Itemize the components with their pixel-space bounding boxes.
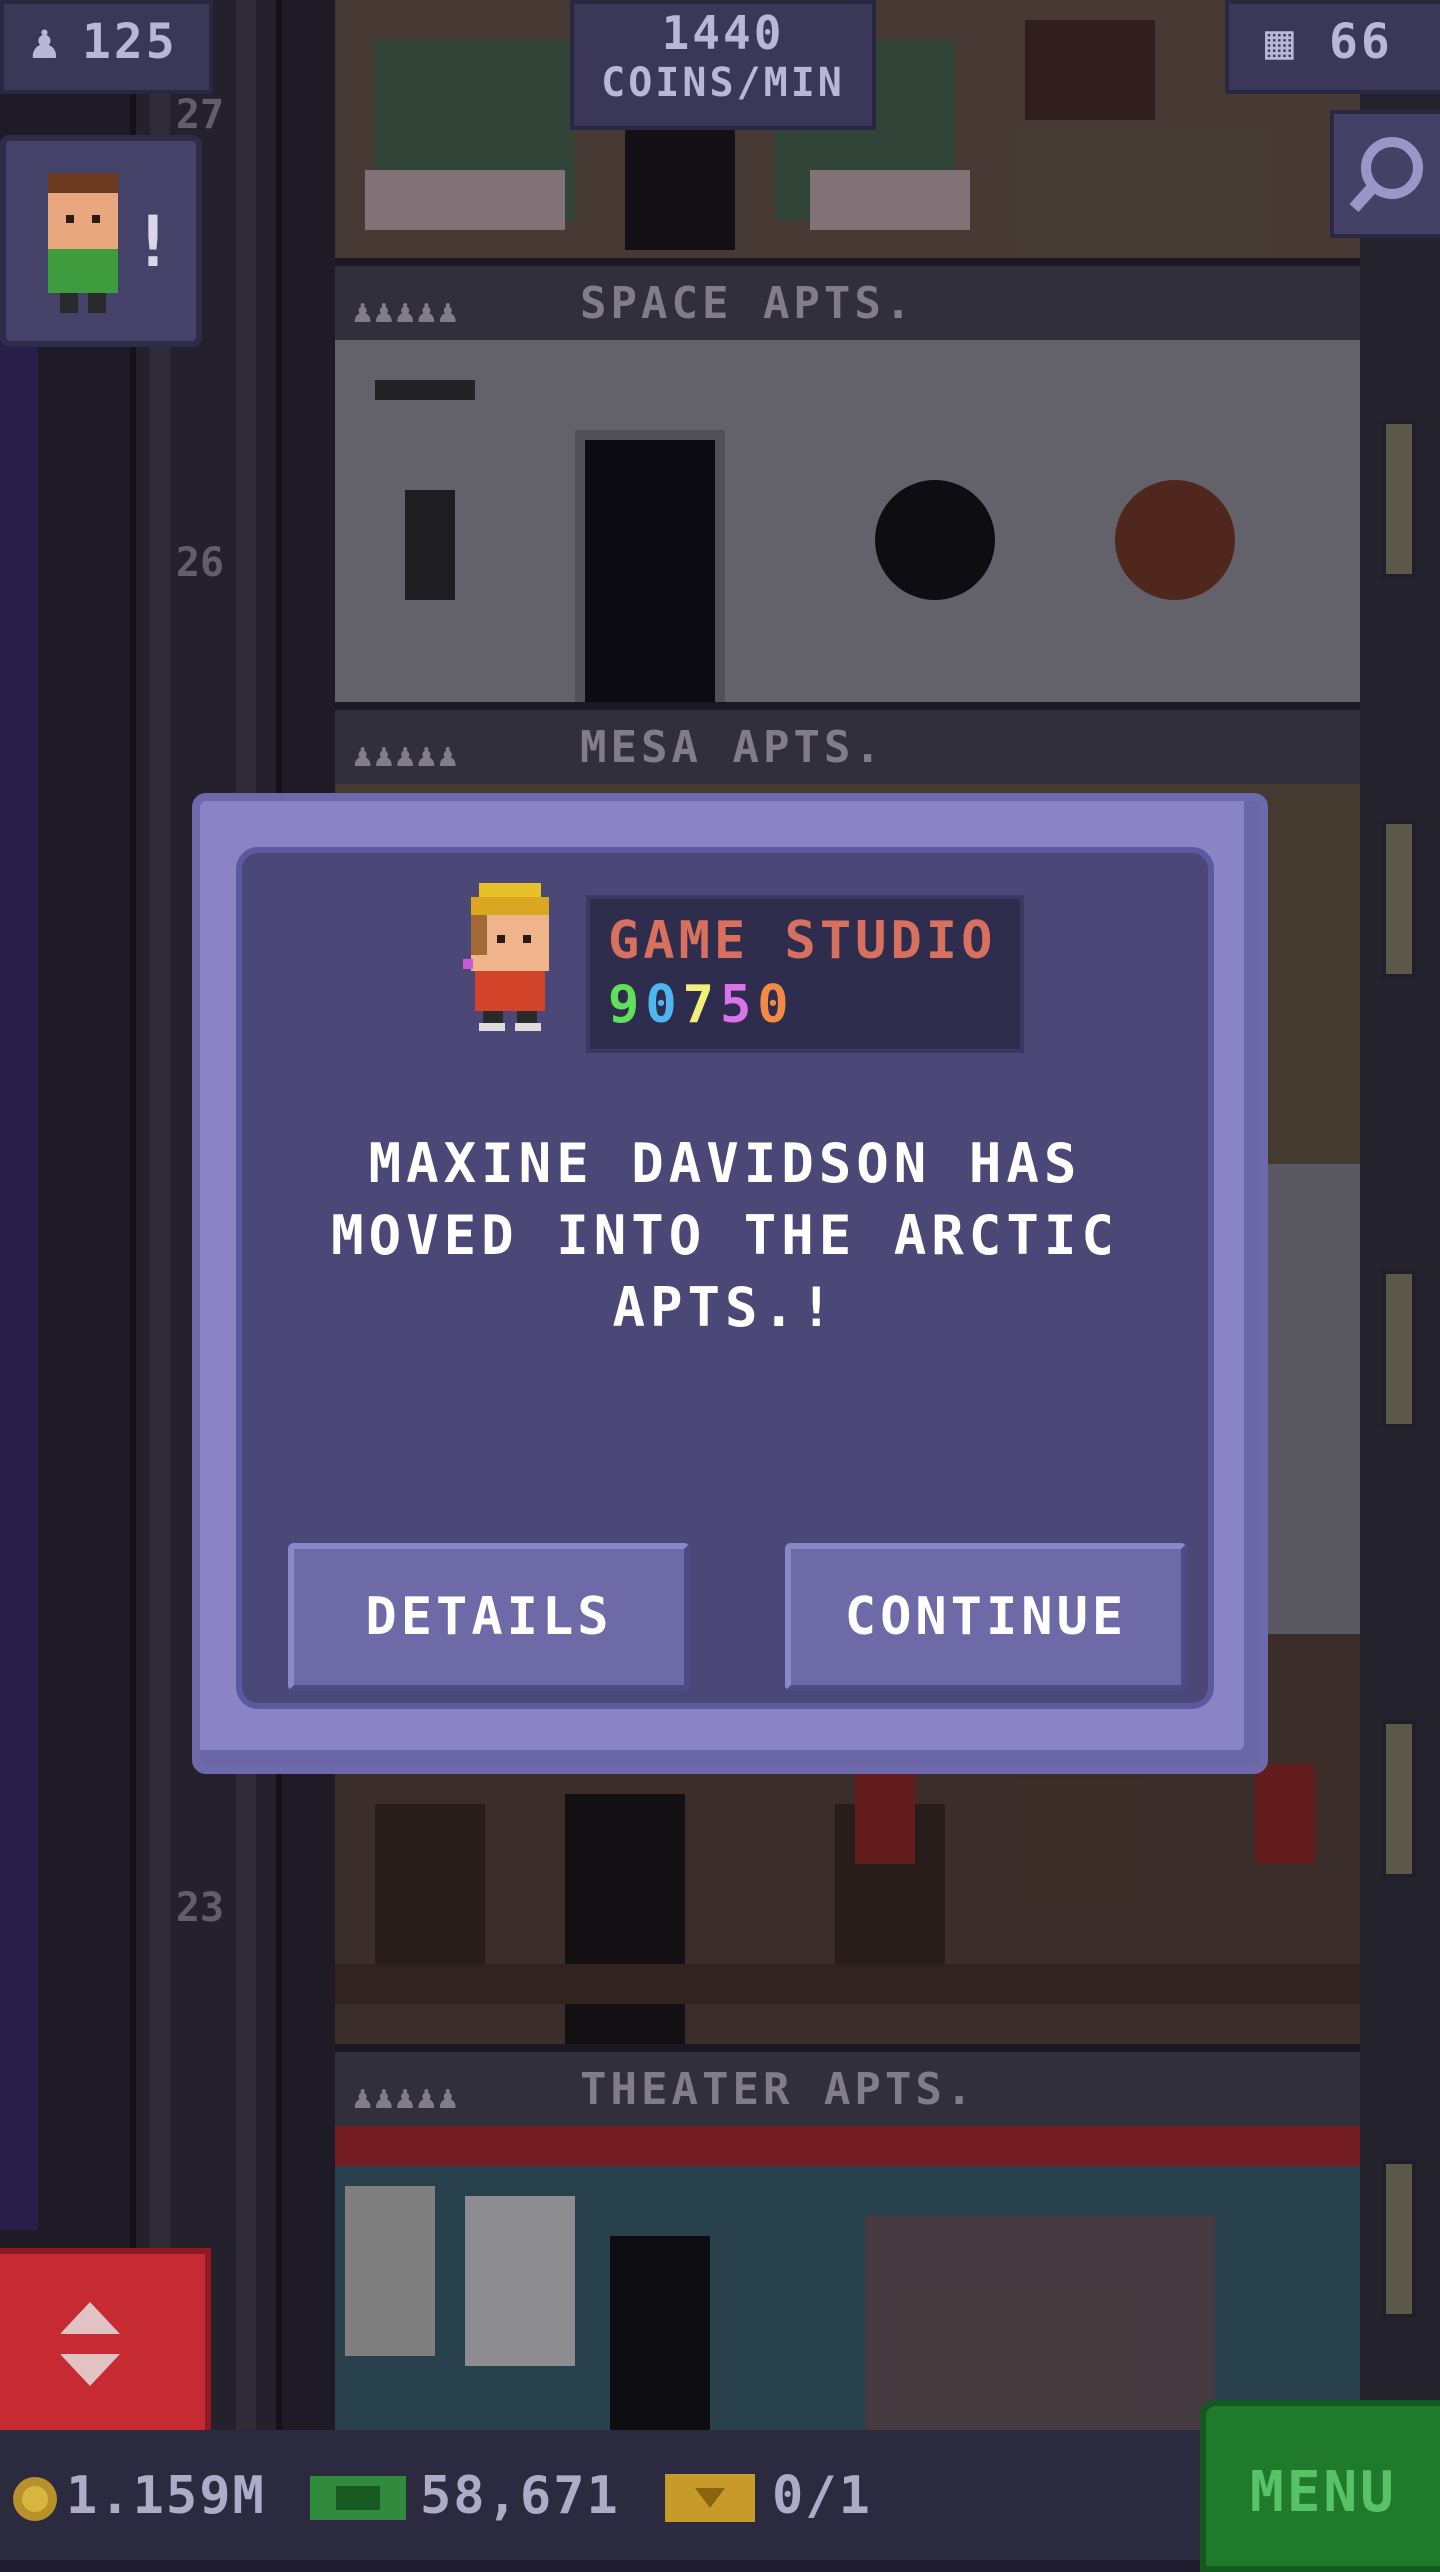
building-icon: ▦ (1265, 14, 1297, 70)
new-resident-notification-button[interactable]: ! (0, 135, 202, 347)
menu-label: MENU (1250, 2460, 1397, 2525)
stories-counter[interactable]: ▦ 66 (1225, 0, 1440, 94)
alert-icon: ! (131, 201, 174, 283)
coins-per-min-display: 1440 COINS/MIN (570, 0, 876, 130)
dialog-message: MAXINE DAVIDSON HAS MOVED INTO THE ARCTI… (331, 1132, 1119, 1339)
score-digit: 0 (757, 975, 795, 1035)
coins-per-min-unit: COINS/MIN (601, 60, 845, 106)
workplace-name: GAME STUDIO (608, 911, 997, 971)
dialog-panel: GAME STUDIO 90750 MAXINE DAVIDSON HAS MO… (236, 847, 1214, 1709)
workplace-info: GAME STUDIO 90750 (586, 895, 1024, 1053)
tickets-count: 0/1 (772, 2466, 872, 2526)
coin-icon (13, 2477, 57, 2521)
population-counter[interactable]: ♟ 125 (0, 0, 213, 94)
tower-bux-icon (310, 2476, 406, 2520)
score-digit: 7 (682, 975, 720, 1035)
up-down-arrows-icon (60, 2302, 120, 2386)
resident-avatar-icon (48, 173, 118, 313)
bux-balance: 58,671 (420, 2466, 620, 2526)
population-value: 125 (82, 14, 178, 70)
score-digit: 5 (719, 975, 758, 1035)
search-icon (1349, 137, 1423, 213)
ticket-icon (665, 2474, 755, 2522)
workplace-score: 90750 (608, 975, 795, 1035)
resident-portrait-icon (463, 883, 549, 1031)
continue-button[interactable]: CONTINUE (785, 1543, 1187, 1691)
score-digit: 9 (608, 975, 646, 1035)
search-button[interactable] (1330, 110, 1440, 238)
coins-balance: 1.159M (66, 2466, 266, 2526)
move-in-dialog: GAME STUDIO 90750 MAXINE DAVIDSON HAS MO… (192, 793, 1268, 1774)
details-button[interactable]: DETAILS (288, 1543, 690, 1691)
person-icon: ♟ (30, 14, 62, 70)
coins-per-min-value: 1440 (661, 6, 785, 60)
score-digit: 0 (645, 975, 683, 1035)
menu-button[interactable]: MENU (1200, 2400, 1440, 2572)
stories-value: 66 (1329, 14, 1393, 70)
elevator-button[interactable] (0, 2248, 211, 2442)
